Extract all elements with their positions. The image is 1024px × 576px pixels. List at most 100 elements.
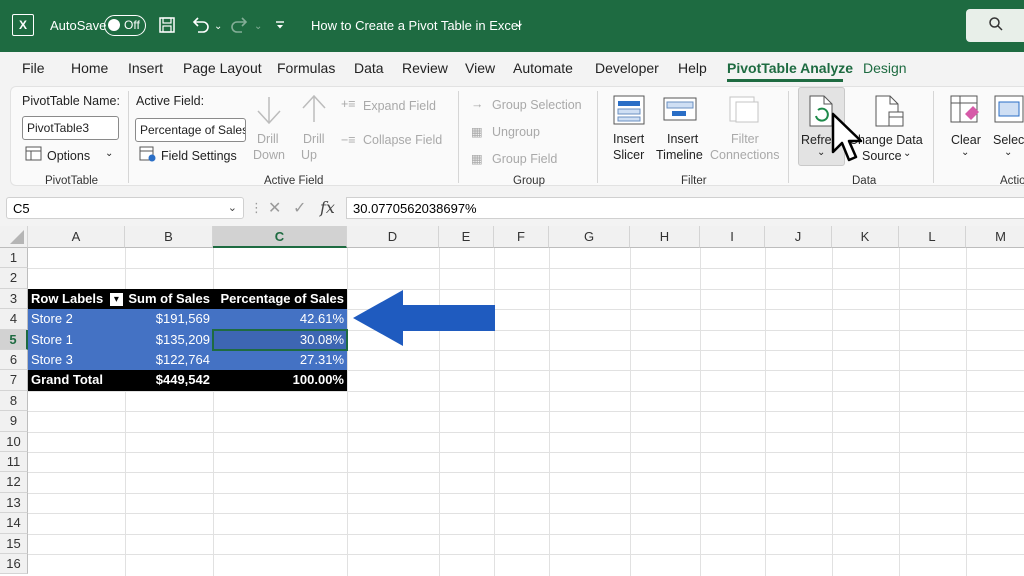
filter-connections-label-2[interactable]: Connections bbox=[710, 148, 780, 162]
column-header-h[interactable]: H bbox=[630, 226, 700, 248]
refresh-chevron-icon[interactable]: ⌄ bbox=[817, 147, 825, 158]
row-header-10[interactable]: 10 bbox=[0, 431, 28, 452]
row-header-14[interactable]: 14 bbox=[0, 513, 28, 534]
formula-input[interactable]: 30.0770562038697% bbox=[346, 197, 1024, 219]
group-field-icon[interactable]: ▦ bbox=[471, 151, 483, 166]
row-header-16[interactable]: 16 bbox=[0, 554, 28, 575]
clear-label[interactable]: Clear bbox=[951, 133, 981, 147]
ungroup-label[interactable]: Ungroup bbox=[492, 125, 540, 139]
filter-dropdown-icon[interactable]: ▾ bbox=[109, 292, 123, 306]
column-header-c[interactable]: C bbox=[213, 226, 347, 248]
column-header-g[interactable]: G bbox=[549, 226, 630, 248]
autosave-toggle[interactable]: Off bbox=[104, 15, 146, 36]
filter-connections-label-1[interactable]: Filter bbox=[731, 132, 759, 146]
drill-down-icon[interactable] bbox=[254, 94, 284, 128]
options-label[interactable]: Options bbox=[47, 149, 90, 163]
row-header-4[interactable]: 4 bbox=[0, 309, 28, 330]
pivot-row-label[interactable]: Store 1 bbox=[28, 329, 125, 350]
column-header-b[interactable]: B bbox=[125, 226, 213, 248]
tab-automate[interactable]: Automate bbox=[513, 60, 573, 76]
tab-view[interactable]: View bbox=[465, 60, 495, 76]
pivot-grand-total-pct[interactable]: 100.00% bbox=[213, 370, 347, 391]
insert-function-icon[interactable]: fx bbox=[320, 198, 335, 217]
save-icon[interactable] bbox=[158, 16, 176, 34]
tab-file[interactable]: File bbox=[22, 60, 45, 76]
select-all-corner[interactable] bbox=[0, 226, 28, 248]
tab-design[interactable]: Design bbox=[863, 60, 907, 76]
enter-icon[interactable]: ✓ bbox=[293, 198, 306, 218]
tab-data[interactable]: Data bbox=[354, 60, 384, 76]
insert-timeline-label-2[interactable]: Timeline bbox=[656, 148, 703, 162]
column-header-i[interactable]: I bbox=[700, 226, 765, 248]
row-header-5[interactable]: 5 bbox=[0, 329, 28, 350]
insert-timeline-label-1[interactable]: Insert bbox=[667, 132, 698, 146]
field-settings-label[interactable]: Field Settings bbox=[161, 149, 237, 163]
column-header-k[interactable]: K bbox=[832, 226, 899, 248]
drill-up-label-1[interactable]: Drill bbox=[303, 132, 325, 146]
pivot-grand-total-label[interactable]: Grand Total bbox=[28, 370, 125, 391]
row-header-11[interactable]: 11 bbox=[0, 452, 28, 473]
tab-review[interactable]: Review bbox=[402, 60, 448, 76]
row-header-15[interactable]: 15 bbox=[0, 533, 28, 554]
drill-up-label-2[interactable]: Up bbox=[301, 148, 317, 162]
pivot-header-row-labels[interactable]: Row Labels ▾ bbox=[28, 288, 125, 310]
pivot-header-percentage-of-sales[interactable]: Percentage of Sales bbox=[213, 288, 347, 310]
change-data-source-chevron-icon[interactable]: ⌄ bbox=[903, 148, 911, 159]
clear-icon[interactable] bbox=[949, 94, 981, 126]
field-settings-button[interactable] bbox=[139, 146, 157, 168]
ungroup-icon[interactable]: ▦ bbox=[471, 124, 483, 139]
options-button[interactable] bbox=[25, 146, 43, 167]
select-label[interactable]: Select bbox=[993, 133, 1024, 147]
select-chevron-icon[interactable]: ⌄ bbox=[1004, 147, 1012, 158]
expand-field-label[interactable]: Expand Field bbox=[363, 99, 436, 113]
clear-chevron-icon[interactable]: ⌄ bbox=[961, 147, 969, 158]
insert-slicer-label-2[interactable]: Slicer bbox=[613, 148, 644, 162]
row-header-6[interactable]: 6 bbox=[0, 350, 28, 371]
row-header-7[interactable]: 7 bbox=[0, 370, 28, 391]
redo-dropdown-icon[interactable]: ⌄ bbox=[254, 16, 262, 38]
pivot-row-sales[interactable]: $122,764 bbox=[125, 350, 213, 371]
tab-home[interactable]: Home bbox=[71, 60, 108, 76]
column-header-l[interactable]: L bbox=[899, 226, 966, 248]
document-title[interactable]: How to Create a Pivot Table in Excel bbox=[311, 18, 521, 33]
row-header-12[interactable]: 12 bbox=[0, 472, 28, 493]
filter-connections-icon[interactable] bbox=[727, 94, 761, 126]
row-header-9[interactable]: 9 bbox=[0, 411, 28, 432]
undo-dropdown-icon[interactable]: ⌄ bbox=[214, 16, 222, 38]
collapse-field-icon[interactable]: −≡ bbox=[341, 133, 356, 147]
tab-help[interactable]: Help bbox=[678, 60, 707, 76]
insert-slicer-label-1[interactable]: Insert bbox=[613, 132, 644, 146]
tab-page-layout[interactable]: Page Layout bbox=[183, 60, 262, 76]
options-chevron-icon[interactable]: ⌄ bbox=[105, 148, 113, 159]
redo-icon[interactable] bbox=[230, 16, 250, 34]
expand-field-icon[interactable]: +≡ bbox=[341, 97, 356, 111]
customize-toolbar-icon[interactable] bbox=[274, 19, 286, 31]
undo-icon[interactable] bbox=[190, 16, 210, 34]
row-header-13[interactable]: 13 bbox=[0, 492, 28, 514]
pivot-header-sum-of-sales[interactable]: Sum of Sales bbox=[125, 288, 213, 310]
cancel-icon[interactable]: ✕ bbox=[268, 198, 281, 218]
column-header-e[interactable]: E bbox=[439, 226, 494, 248]
tab-formulas[interactable]: Formulas bbox=[277, 60, 335, 76]
insert-timeline-icon[interactable] bbox=[662, 94, 698, 126]
tab-developer[interactable]: Developer bbox=[595, 60, 659, 76]
pivot-row-pct[interactable]: 42.61% bbox=[213, 309, 347, 330]
pivot-row-label[interactable]: Store 2 bbox=[28, 309, 125, 330]
group-field-label[interactable]: Group Field bbox=[492, 152, 557, 166]
column-header-d[interactable]: D bbox=[347, 226, 439, 248]
search-box[interactable] bbox=[966, 9, 1024, 42]
insert-slicer-icon[interactable] bbox=[612, 94, 646, 126]
drill-up-icon[interactable] bbox=[299, 91, 329, 125]
pivot-row-sales[interactable]: $135,209 bbox=[125, 329, 213, 350]
change-data-source-icon[interactable] bbox=[873, 94, 905, 128]
name-box[interactable]: C5 ⌄ bbox=[6, 197, 244, 219]
row-header-2[interactable]: 2 bbox=[0, 268, 28, 289]
name-box-chevron-icon[interactable]: ⌄ bbox=[228, 201, 237, 214]
pivot-row-sales[interactable]: $191,569 bbox=[125, 309, 213, 330]
row-header-3[interactable]: 3 bbox=[0, 288, 28, 310]
tab-pivottable-analyze[interactable]: PivotTable Analyze bbox=[727, 60, 853, 76]
column-header-f[interactable]: F bbox=[494, 226, 549, 248]
drill-down-label-2[interactable]: Down bbox=[253, 148, 285, 162]
pivot-grand-total-sales[interactable]: $449,542 bbox=[125, 370, 213, 391]
pivot-row-pct[interactable]: 27.31% bbox=[213, 350, 347, 371]
